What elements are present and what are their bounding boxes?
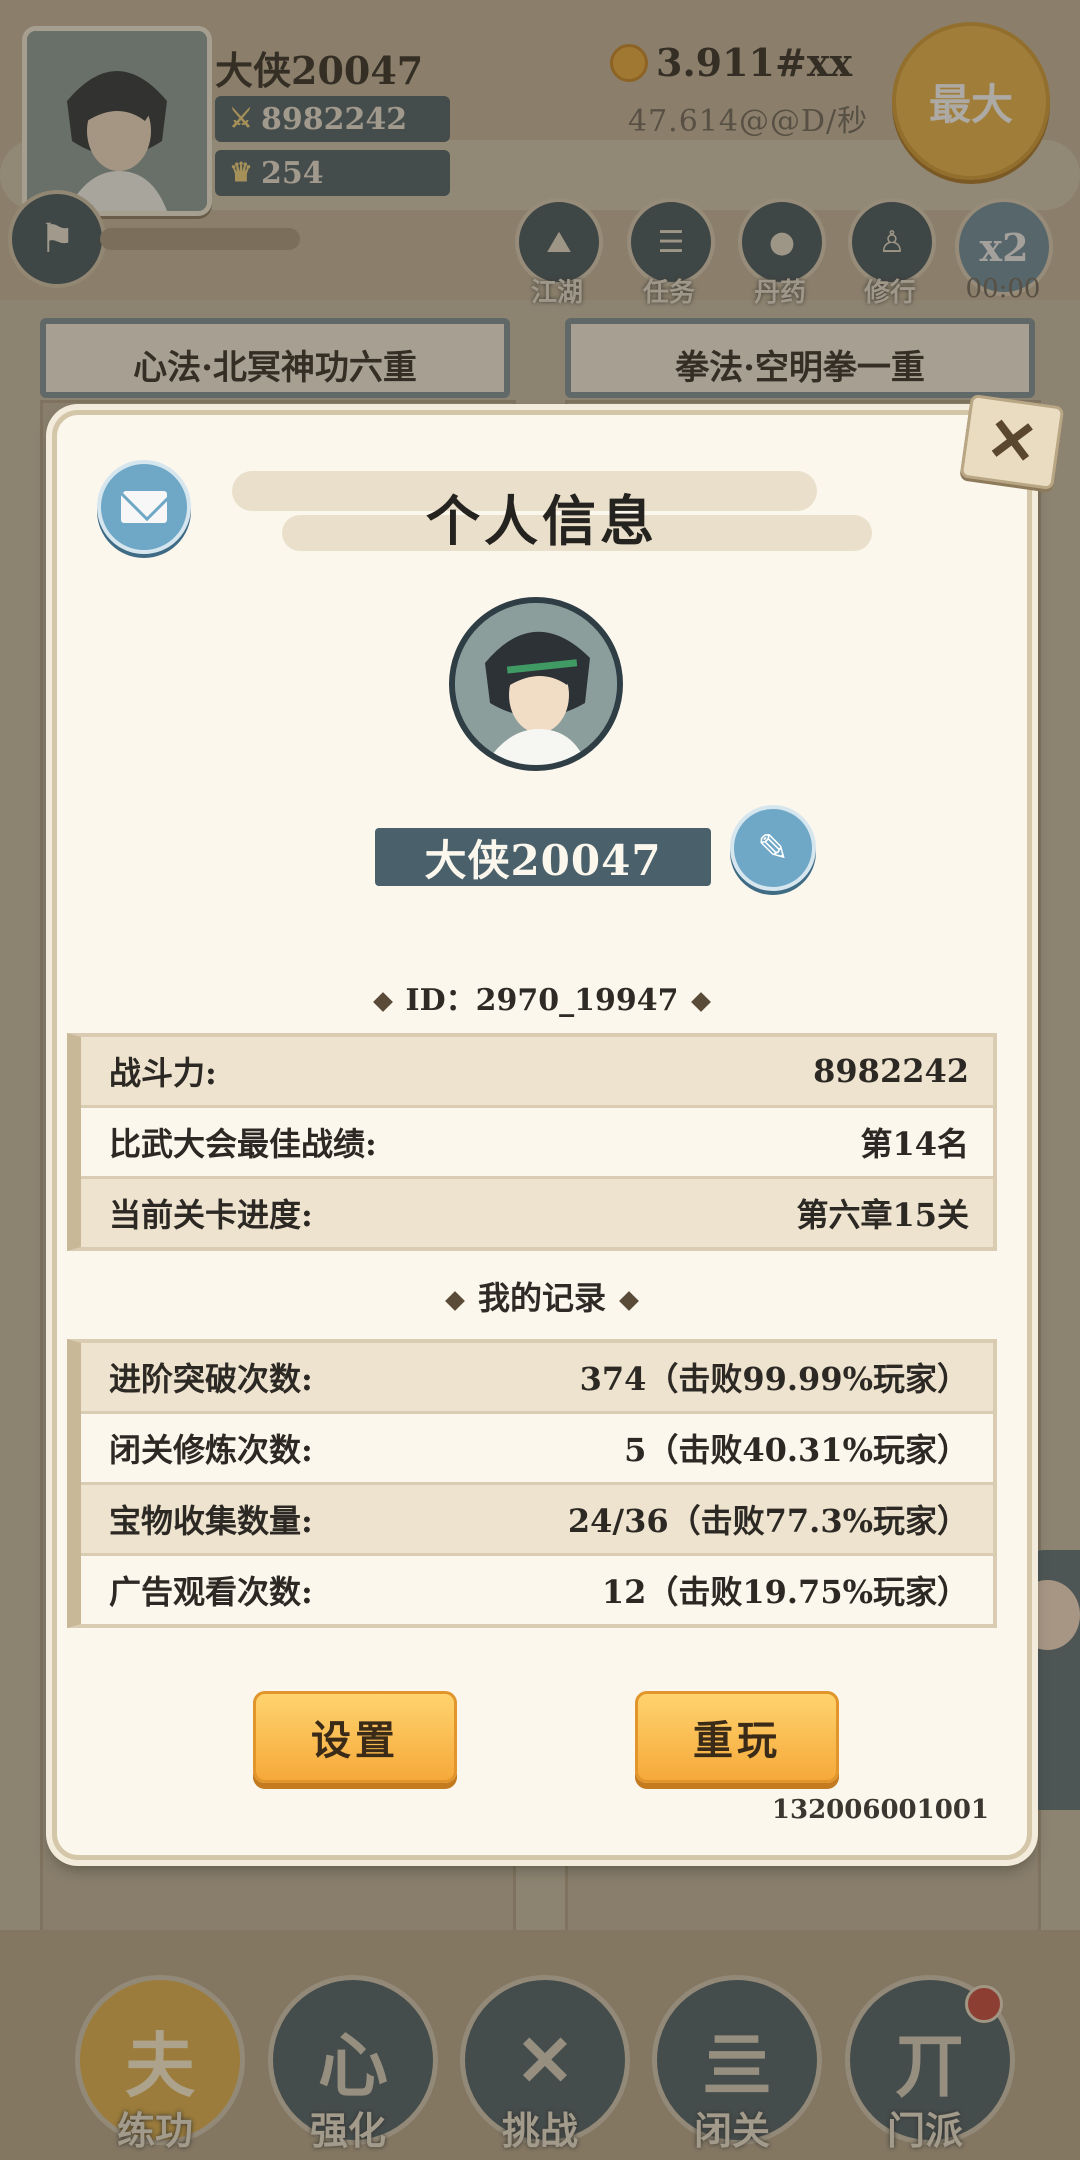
record-value: 12（击败19.75%玩家）: [601, 1573, 969, 1611]
close-icon: ✕: [982, 403, 1042, 481]
mail-button[interactable]: [97, 460, 191, 554]
records-table: 进阶突破次数: 374（击败99.99%玩家） 闭关修炼次数: 5（击败40.3…: [67, 1339, 997, 1628]
record-label: 进阶突破次数:: [109, 1360, 313, 1398]
stats-value: 8982242: [813, 1052, 969, 1090]
diamond-icon: [691, 992, 712, 1012]
stats-label: 战斗力:: [109, 1054, 217, 1092]
diamond-icon: [619, 1290, 639, 1311]
player-id: ID：2970_19947: [405, 983, 679, 1018]
stats-row: 战斗力: 8982242: [81, 1037, 993, 1108]
stats-label: 当前关卡进度:: [109, 1196, 313, 1234]
settings-button[interactable]: 设置: [253, 1691, 457, 1783]
record-row: 广告观看次数: 12（击败19.75%玩家）: [81, 1556, 993, 1624]
profile-avatar[interactable]: [449, 597, 623, 771]
profile-name: 大侠20047: [375, 828, 711, 886]
record-value: 5（击败40.31%玩家）: [624, 1431, 969, 1469]
record-label: 闭关修炼次数:: [109, 1431, 313, 1469]
stats-value: 第六章15关: [796, 1196, 969, 1234]
profile-avatar-portrait: [455, 603, 617, 765]
records-title-line: 我的记录: [57, 1273, 1027, 1319]
diamond-icon: [445, 1290, 465, 1311]
player-id-line: ID：2970_19947: [57, 975, 1027, 1019]
record-value: 24/36（击败77.3%玩家）: [567, 1502, 969, 1540]
diamond-icon: [372, 992, 393, 1012]
edit-icon: ✎: [757, 826, 789, 870]
record-row: 进阶突破次数: 374（击败99.99%玩家）: [81, 1343, 993, 1414]
stats-row: 当前关卡进度: 第六章15关: [81, 1179, 993, 1247]
stats-row: 比武大会最佳战绩: 第14名: [81, 1108, 993, 1179]
close-button[interactable]: ✕: [959, 393, 1065, 491]
record-label: 宝物收集数量:: [109, 1502, 313, 1540]
record-label: 广告观看次数:: [109, 1573, 313, 1611]
dialog-title: 个人信息: [426, 489, 658, 553]
stats-value: 第14名: [860, 1125, 969, 1163]
stats-table: 战斗力: 8982242 比武大会最佳战绩: 第14名 当前关卡进度: 第六章1…: [67, 1033, 997, 1251]
record-row: 闭关修炼次数: 5（击败40.31%玩家）: [81, 1414, 993, 1485]
replay-button[interactable]: 重玩: [635, 1691, 839, 1783]
version-number: 132006001001: [771, 1795, 989, 1825]
record-value: 374（击败99.99%玩家）: [579, 1360, 969, 1398]
record-row: 宝物收集数量: 24/36（击败77.3%玩家）: [81, 1485, 993, 1556]
records-title: 我的记录: [477, 1279, 606, 1317]
envelope-icon: [121, 491, 167, 523]
stats-label: 比武大会最佳战绩:: [109, 1125, 377, 1163]
edit-name-button[interactable]: ✎: [730, 805, 816, 891]
profile-dialog: 个人信息 ✕ 大侠20047 ✎ ID：2970_19947 战斗力: 8982…: [52, 393, 1065, 1860]
